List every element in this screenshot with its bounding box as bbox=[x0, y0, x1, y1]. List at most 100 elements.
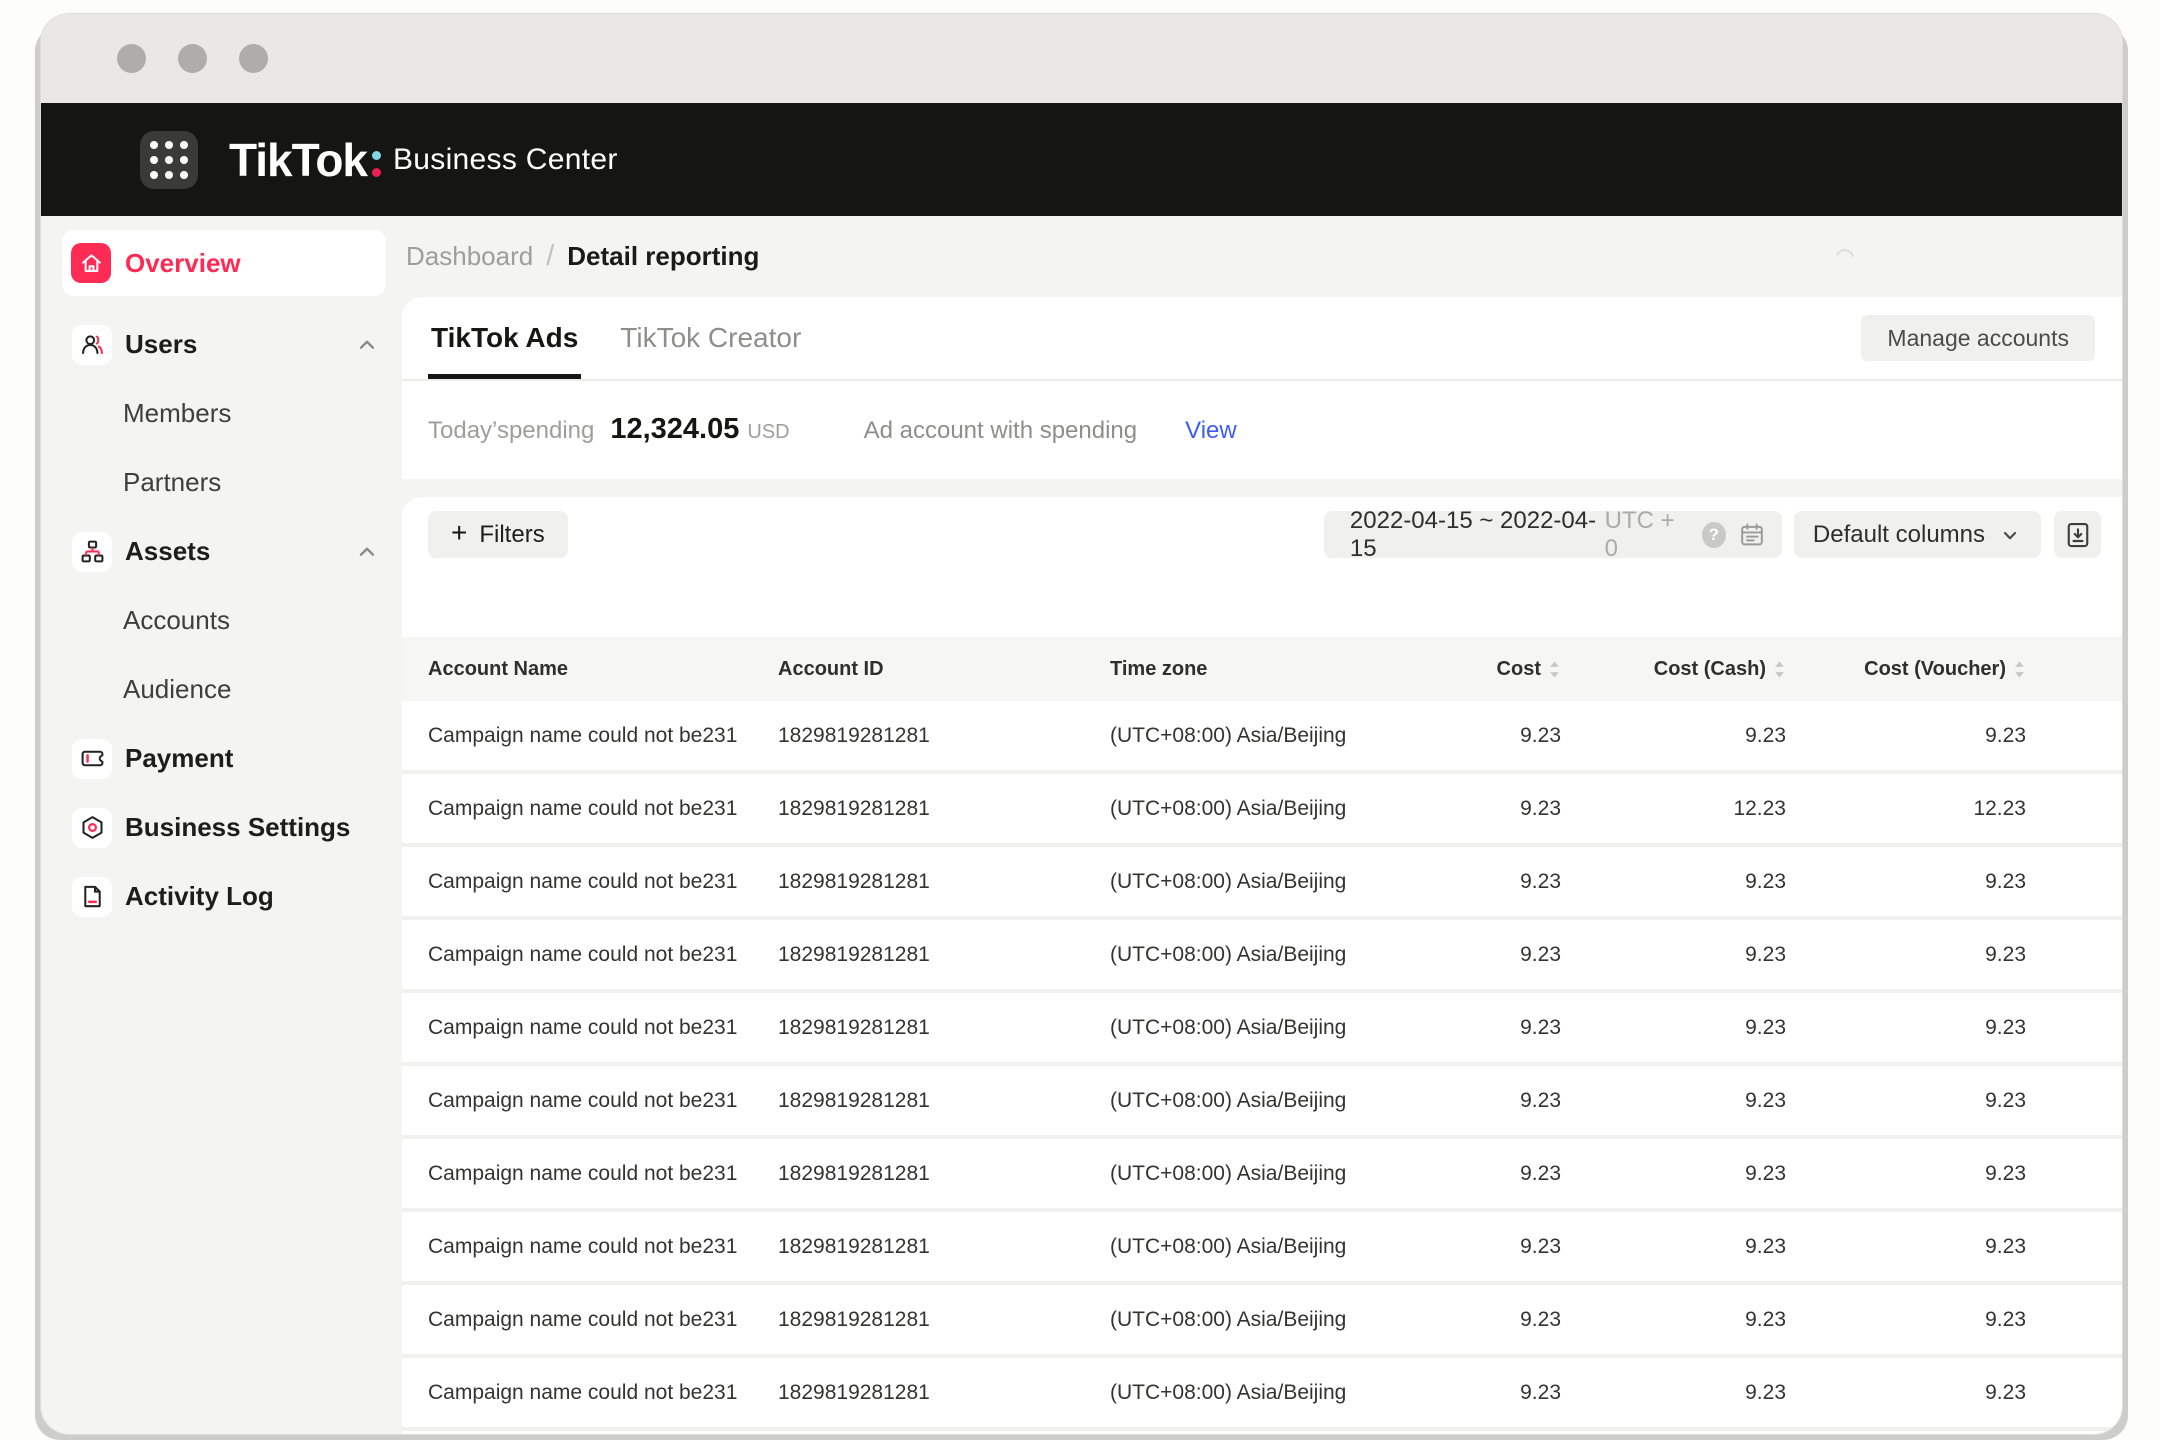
sidebar-subitem-label: Audience bbox=[123, 674, 231, 705]
column-header-cost[interactable]: Cost bbox=[1450, 658, 1561, 681]
sidebar-item-accounts[interactable]: Accounts bbox=[41, 586, 402, 655]
calendar-icon[interactable] bbox=[1738, 521, 1766, 549]
table-header-row: Account Name Account ID Time zone Cost Cost … bbox=[402, 637, 2122, 701]
cell-account_id: 1829819281281 bbox=[778, 797, 1110, 821]
app-header: TikTok Business Center bbox=[41, 103, 2122, 216]
ad-account-with-spending-label: Ad account with spending bbox=[864, 417, 1138, 445]
tab-tiktok-ads[interactable]: TikTok Ads bbox=[428, 297, 581, 379]
table-body: Campaign name could not be23118298192812… bbox=[402, 701, 2122, 1434]
sort-icon[interactable] bbox=[1773, 659, 1786, 680]
table-row: Campaign name could not be23118298192812… bbox=[402, 1066, 2122, 1139]
page-title: Detail reporting bbox=[567, 241, 759, 272]
sort-icon[interactable] bbox=[1548, 659, 1561, 680]
toolbar-right-group: 2022-04-15 ~ 2022-04-15 UTC + 0 ? bbox=[1324, 511, 2101, 558]
cell-account_id: 1829819281281 bbox=[778, 1089, 1110, 1113]
table-row: Campaign name could not be23118298192812… bbox=[402, 701, 2122, 774]
sidebar-item-activity-log[interactable]: Activity Log bbox=[41, 862, 402, 931]
cell-cost_cash: 9.23 bbox=[1561, 1235, 1786, 1259]
column-header-cost_voucher[interactable]: Cost (Voucher) bbox=[1786, 658, 2026, 681]
sidebar-item-label: Assets bbox=[125, 536, 210, 567]
sidebar-item-overview[interactable]: Overview bbox=[62, 230, 386, 296]
spending-label: Today’spending bbox=[428, 417, 594, 445]
cell-account_id: 1829819281281 bbox=[778, 724, 1110, 748]
sort-icon[interactable] bbox=[2013, 659, 2026, 680]
sidebar-item-label: Overview bbox=[125, 248, 241, 279]
column-label: Time zone bbox=[1110, 658, 1207, 681]
tabs-row: TikTok Ads TikTok Creator Manage account… bbox=[402, 297, 2122, 381]
view-link[interactable]: View bbox=[1185, 417, 1237, 445]
sidebar-item-users[interactable]: Users bbox=[41, 310, 402, 379]
column-header-account_name: Account Name bbox=[428, 658, 778, 681]
chevron-up-icon[interactable] bbox=[354, 539, 380, 565]
main-content: Dashboard / Detail reporting TikTok Ads … bbox=[402, 216, 2122, 1434]
sidebar-item-label: Payment bbox=[125, 743, 233, 774]
cell-time_zone: (UTC+08:00) Asia/Beijing bbox=[1110, 797, 1450, 821]
cell-account_name: Campaign name could not be231 bbox=[428, 1089, 778, 1113]
spending-currency: USD bbox=[747, 421, 789, 444]
cell-cost: 9.23 bbox=[1450, 1162, 1561, 1186]
sidebar-item-audience[interactable]: Audience bbox=[41, 655, 402, 724]
plus-icon: + bbox=[451, 519, 467, 547]
help-icon[interactable]: ? bbox=[1702, 522, 1726, 548]
cell-cost_voucher: 9.23 bbox=[1786, 1308, 2026, 1332]
column-label: Account Name bbox=[428, 658, 568, 681]
cell-account_id: 1829819281281 bbox=[778, 1235, 1110, 1259]
table-row: Campaign name could not be23118298192812… bbox=[402, 1139, 2122, 1212]
cell-account_name: Campaign name could not be231 bbox=[428, 1235, 778, 1259]
sidebar: Overview Users Members Partners bbox=[41, 216, 402, 1434]
report-table: Account Name Account ID Time zone Cost Cost … bbox=[402, 637, 2122, 1434]
cell-cost_cash: 9.23 bbox=[1561, 1089, 1786, 1113]
manage-accounts-button[interactable]: Manage accounts bbox=[1861, 315, 2095, 361]
window-control-dot[interactable] bbox=[239, 44, 268, 73]
cell-cost: 9.23 bbox=[1450, 1308, 1561, 1332]
filters-button[interactable]: + Filters bbox=[428, 511, 568, 558]
org-chart-icon bbox=[72, 532, 112, 572]
timezone-label: UTC + 0 bbox=[1605, 507, 1689, 563]
cell-time_zone: (UTC+08:00) Asia/Beijing bbox=[1110, 943, 1450, 967]
brand-colon-icon bbox=[372, 151, 381, 177]
sidebar-item-payment[interactable]: Payment bbox=[41, 724, 402, 793]
window-control-dot[interactable] bbox=[178, 44, 207, 73]
sidebar-item-assets[interactable]: Assets bbox=[41, 517, 402, 586]
cell-account_id: 1829819281281 bbox=[778, 870, 1110, 894]
download-icon bbox=[2063, 520, 2093, 550]
date-range-picker[interactable]: 2022-04-15 ~ 2022-04-15 UTC + 0 ? bbox=[1324, 511, 1782, 558]
sidebar-item-business-settings[interactable]: Business Settings bbox=[41, 793, 402, 862]
cell-cost_cash: 9.23 bbox=[1561, 1308, 1786, 1332]
breadcrumb-dashboard[interactable]: Dashboard bbox=[406, 241, 533, 272]
report-toolbar: + Filters 2022-04-15 ~ 2022-04-15 UTC + … bbox=[402, 511, 2122, 558]
chevron-up-icon[interactable] bbox=[354, 332, 380, 358]
sidebar-item-partners[interactable]: Partners bbox=[41, 448, 402, 517]
export-button[interactable] bbox=[2054, 511, 2101, 558]
cell-cost_cash: 9.23 bbox=[1561, 1381, 1786, 1405]
sidebar-subitem-label: Accounts bbox=[123, 605, 230, 636]
home-icon bbox=[71, 243, 111, 283]
app-window: TikTok Business Center Overview bbox=[41, 14, 2122, 1434]
cell-cost_voucher: 9.23 bbox=[1786, 1162, 2026, 1186]
cell-cost_cash: 12.23 bbox=[1561, 797, 1786, 821]
apps-grid-icon[interactable] bbox=[140, 131, 198, 189]
cell-account_id: 1829819281281 bbox=[778, 1016, 1110, 1040]
cell-cost_voucher: 9.23 bbox=[1786, 943, 2026, 967]
spending-value: 12,324.05 bbox=[610, 413, 739, 446]
cell-time_zone: (UTC+08:00) Asia/Beijing bbox=[1110, 1089, 1450, 1113]
spending-summary: Today’spending 12,324.05 USD Ad account … bbox=[402, 381, 2122, 477]
column-header-time_zone: Time zone bbox=[1110, 658, 1450, 681]
brand-tiktok: TikTok bbox=[229, 133, 367, 187]
cell-time_zone: (UTC+08:00) Asia/Beijing bbox=[1110, 724, 1450, 748]
column-label: Account ID bbox=[778, 658, 884, 681]
tab-tiktok-creator[interactable]: TikTok Creator bbox=[617, 297, 804, 379]
table-row: Campaign name could not be23118298192812… bbox=[402, 1212, 2122, 1285]
grid-dots-icon bbox=[150, 141, 188, 179]
table-row: Campaign name could not be23118298192812… bbox=[402, 1285, 2122, 1358]
table-row: Campaign name could not be23118298192812… bbox=[402, 920, 2122, 993]
cell-account_id: 1829819281281 bbox=[778, 943, 1110, 967]
column-header-cost_cash[interactable]: Cost (Cash) bbox=[1561, 658, 1786, 681]
sidebar-item-members[interactable]: Members bbox=[41, 379, 402, 448]
column-label: Cost bbox=[1497, 658, 1541, 681]
cell-time_zone: (UTC+08:00) Asia/Beijing bbox=[1110, 1016, 1450, 1040]
default-columns-button[interactable]: Default columns bbox=[1794, 511, 2041, 558]
summary-card: TikTok Ads TikTok Creator Manage account… bbox=[402, 297, 2122, 479]
window-control-dot[interactable] bbox=[117, 44, 146, 73]
cell-cost_voucher: 9.23 bbox=[1786, 870, 2026, 894]
